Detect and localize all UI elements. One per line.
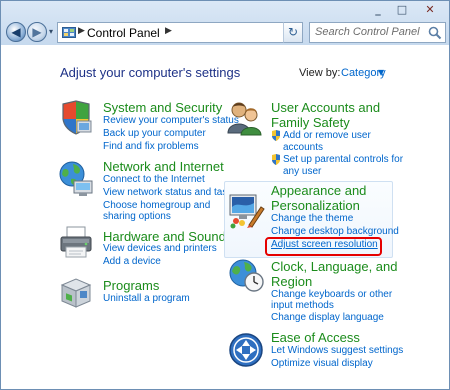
security-shield-icon[interactable] — [57, 99, 95, 137]
control-panel-window: _ □ ✕ ◀ ▶ ▾ ▶ Control Panel ▶ ▾ ↻ Search… — [0, 0, 450, 390]
link-uninstall-program[interactable]: Uninstall a program — [103, 293, 190, 305]
refresh-button[interactable]: ↻ — [283, 22, 303, 43]
uac-shield-icon — [272, 154, 280, 165]
address-bar[interactable]: ▶ Control Panel ▶ ▾ — [57, 22, 303, 43]
category-network-internet-title[interactable]: Network and Internet — [103, 159, 224, 174]
breadcrumb-separator-icon[interactable]: ▶ — [78, 26, 85, 36]
breadcrumb-control-panel[interactable]: Control Panel — [87, 26, 160, 40]
link-windows-suggest-settings[interactable]: Let Windows suggest settings — [271, 345, 403, 357]
ease-of-access-icon[interactable] — [227, 331, 265, 369]
link-devices-printers[interactable]: View devices and printers — [103, 243, 217, 255]
maximize-button[interactable]: □ — [391, 3, 413, 17]
category-programs-title[interactable]: Programs — [103, 278, 159, 293]
users-icon[interactable] — [225, 99, 263, 137]
link-change-theme[interactable]: Change the theme — [271, 213, 353, 225]
link-back-up[interactable]: Back up your computer — [103, 128, 206, 140]
page-title: Adjust your computer's settings — [60, 65, 241, 80]
category-clock-language-title[interactable]: Clock, Language, and — [271, 259, 397, 274]
back-button[interactable]: ◀ — [6, 22, 26, 42]
category-user-accounts-title[interactable]: User Accounts and — [271, 100, 380, 115]
link-sharing-options[interactable]: sharing options — [103, 211, 171, 223]
clock-globe-icon[interactable] — [227, 255, 265, 293]
minimize-button[interactable]: _ — [367, 3, 389, 17]
link-add-remove-user[interactable]: Add or remove user — [283, 130, 371, 142]
breadcrumb-separator-icon[interactable]: ▶ — [165, 26, 172, 36]
category-system-security-title[interactable]: System and Security — [103, 100, 222, 115]
globe-network-icon[interactable] — [57, 159, 95, 197]
link-accounts[interactable]: accounts — [283, 142, 323, 154]
view-by-chevron-down-icon[interactable]: ▼ — [378, 68, 384, 77]
highlight-annotation-box — [265, 237, 382, 256]
link-connect-internet[interactable]: Connect to the Internet — [103, 174, 205, 186]
link-parental-controls[interactable]: Set up parental controls for — [283, 154, 403, 166]
uac-shield-icon — [272, 130, 280, 141]
link-change-display-language[interactable]: Change display language — [271, 312, 384, 324]
link-any-user[interactable]: any user — [283, 166, 321, 178]
programs-box-icon[interactable] — [57, 273, 95, 311]
view-by-label: View by: — [299, 67, 341, 79]
appearance-monitor-icon[interactable] — [227, 191, 265, 229]
link-review-status[interactable]: Review your computer's status — [103, 115, 239, 127]
search-input[interactable]: Search Control Panel — [309, 22, 446, 43]
search-placeholder: Search Control Panel — [315, 26, 420, 38]
link-network-status[interactable]: View network status and tasks — [103, 187, 237, 199]
link-add-device[interactable]: Add a device — [103, 256, 161, 268]
category-ease-of-access-title[interactable]: Ease of Access — [271, 330, 360, 345]
link-optimize-visual-display[interactable]: Optimize visual display — [271, 358, 373, 370]
close-button[interactable]: ✕ — [419, 3, 441, 17]
category-clock-language-title-line2[interactable]: Region — [271, 274, 312, 289]
link-input-methods[interactable]: input methods — [271, 300, 334, 312]
link-find-fix-problems[interactable]: Find and fix problems — [103, 141, 199, 153]
forward-button[interactable]: ▶ — [27, 22, 47, 42]
category-appearance-title[interactable]: Appearance and — [271, 183, 366, 198]
recent-pages-chevron-down-icon[interactable]: ▾ — [49, 27, 53, 36]
category-appearance-title-line2[interactable]: Personalization — [271, 198, 360, 213]
control-panel-icon — [62, 27, 76, 38]
category-user-accounts-title-line2[interactable]: Family Safety — [271, 115, 350, 130]
search-icon[interactable] — [428, 26, 442, 40]
printer-icon[interactable] — [57, 223, 95, 261]
title-bar: _ □ ✕ ◀ ▶ ▾ ▶ Control Panel ▶ ▾ ↻ Search… — [1, 1, 449, 45]
category-hardware-sound-title[interactable]: Hardware and Sound — [103, 229, 226, 244]
